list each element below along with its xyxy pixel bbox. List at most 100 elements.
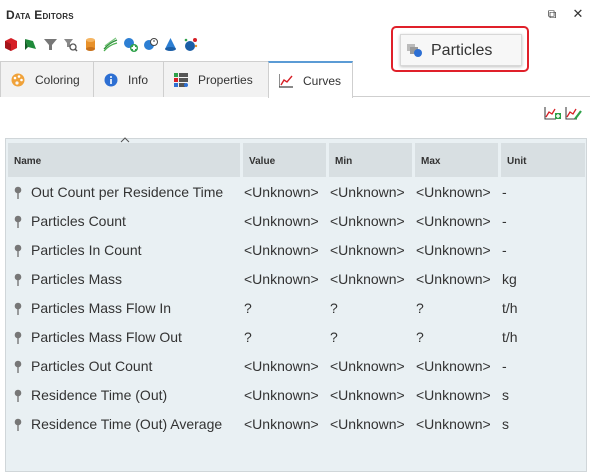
particle-timer-icon[interactable] (143, 37, 158, 52)
table-row[interactable]: Particles Count <Unknown> <Unknown> <Unknow… (6, 207, 586, 236)
row-min-cell: <Unknown> (330, 213, 405, 229)
row-unit-cell: - (502, 358, 507, 374)
funnel-icon[interactable] (43, 37, 58, 52)
row-value-cell: <Unknown> (244, 242, 319, 258)
pin-icon[interactable] (13, 186, 23, 199)
row-name-cell: Particles In Count (31, 242, 142, 258)
row-unit-cell: s (502, 387, 509, 403)
row-value-cell: <Unknown> (244, 358, 319, 374)
row-max-cell: <Unknown> (416, 416, 491, 432)
row-min-cell: ? (330, 329, 338, 345)
row-value-cell: ? (244, 300, 252, 316)
row-unit-cell: - (502, 213, 507, 229)
row-max-cell: <Unknown> (416, 387, 491, 403)
pin-icon[interactable] (13, 215, 23, 228)
row-unit-cell: s (502, 416, 509, 432)
pin-icon[interactable] (13, 418, 23, 431)
particle-emitter-icon[interactable] (183, 37, 198, 52)
info-icon (104, 73, 118, 87)
row-max-cell: <Unknown> (416, 271, 491, 287)
column-header-max[interactable]: Max (415, 143, 498, 177)
panel-title: Data Editors (6, 8, 74, 22)
row-unit-cell: - (502, 184, 507, 200)
pin-icon[interactable] (13, 302, 23, 315)
row-min-cell: <Unknown> (330, 358, 405, 374)
add-curve-icon[interactable] (544, 106, 561, 121)
pin-icon[interactable] (13, 389, 23, 402)
row-name-cell: Particles Mass Flow Out (31, 329, 182, 345)
blue-cone-icon[interactable] (163, 37, 178, 52)
tab-curves[interactable]: Curves (268, 61, 353, 98)
properties-icon (174, 72, 188, 87)
pin-icon[interactable] (13, 360, 23, 373)
curves-icon (278, 73, 293, 88)
row-name-cell: Residence Time (Out) Average (31, 416, 223, 432)
red-cube-icon[interactable] (3, 37, 18, 52)
add-particle-icon[interactable] (123, 37, 138, 52)
row-unit-cell: t/h (502, 329, 518, 345)
row-min-cell: <Unknown> (330, 242, 405, 258)
row-min-cell: ? (330, 300, 338, 316)
row-min-cell: <Unknown> (330, 271, 405, 287)
row-max-cell: <Unknown> (416, 184, 491, 200)
row-name-cell: Residence Time (Out) (31, 387, 168, 403)
tooltip-label: Particles (431, 42, 493, 59)
tab-info[interactable]: Info (93, 61, 164, 97)
column-header-min-label: Min (335, 156, 353, 167)
tab-coloring-label: Coloring (35, 72, 80, 87)
row-name-cell: Particles Mass Flow In (31, 300, 172, 316)
tab-bar: Coloring Info Properties Curves (0, 61, 590, 98)
curves-table: Name Value Min Max Unit Out Count per Re… (5, 137, 587, 472)
row-unit-cell: kg (502, 271, 517, 287)
row-unit-cell: t/h (502, 300, 518, 316)
curve-tools (544, 106, 582, 121)
green-flag-icon[interactable] (23, 37, 38, 52)
pin-icon[interactable] (13, 331, 23, 344)
row-max-cell: <Unknown> (416, 213, 491, 229)
row-value-cell: <Unknown> (244, 387, 319, 403)
row-unit-cell: - (502, 242, 507, 258)
tab-coloring[interactable]: Coloring (0, 61, 94, 97)
row-max-cell: <Unknown> (416, 358, 491, 374)
column-header-value[interactable]: Value (243, 143, 326, 177)
search-filter-icon[interactable] (63, 37, 78, 52)
table-row[interactable]: Residence Time (Out) <Unknown> <Unknown> <U… (6, 381, 586, 410)
restore-button[interactable]: ⧉ (544, 6, 560, 22)
row-value-cell: <Unknown> (244, 213, 319, 229)
table-row[interactable]: Out Count per Residence Time <Unknown> <Un… (6, 178, 586, 207)
particles-icon (407, 44, 423, 58)
row-value-cell: <Unknown> (244, 416, 319, 432)
close-button[interactable]: ✕ (570, 6, 586, 22)
orange-cylinder-icon[interactable] (83, 37, 98, 52)
row-name-cell: Particles Mass (31, 271, 123, 287)
column-header-name-label: Name (14, 156, 42, 167)
table-row[interactable]: Particles Out Count <Unknown> <Unknown> <Un… (6, 352, 586, 381)
table-row[interactable]: Residence Time (Out) Average <Unknown> <Un… (6, 410, 586, 439)
row-name-cell: Particles Out Count (31, 358, 153, 374)
column-header-value-label: Value (249, 156, 276, 167)
toolbar (3, 34, 198, 54)
row-value-cell: <Unknown> (244, 184, 319, 200)
table-row[interactable]: Particles Mass Flow Out??? t/h (6, 323, 586, 352)
row-min-cell: <Unknown> (330, 416, 405, 432)
column-header-name[interactable]: Name (8, 137, 240, 177)
row-max-cell: ? (416, 300, 424, 316)
row-min-cell: <Unknown> (330, 387, 405, 403)
sort-caret-icon (120, 137, 130, 143)
table-row[interactable]: Particles In Count <Unknown> <Unknown> <Unk… (6, 236, 586, 265)
tab-info-label: Info (128, 72, 149, 87)
palette-icon (11, 73, 25, 87)
table-row[interactable]: Particles Mass <Unknown> <Unknown> <Unknown… (6, 265, 586, 294)
pin-icon[interactable] (13, 273, 23, 286)
green-lines-icon[interactable] (103, 36, 118, 52)
row-name-cell: Out Count per Residence Time (31, 184, 224, 200)
tab-curves-label: Curves (303, 73, 342, 88)
column-header-min[interactable]: Min (329, 143, 412, 177)
tab-properties[interactable]: Properties (163, 61, 269, 97)
pin-icon[interactable] (13, 244, 23, 257)
row-min-cell: <Unknown> (330, 184, 405, 200)
column-header-unit[interactable]: Unit (501, 143, 585, 177)
table-row[interactable]: Particles Mass Flow In??? t/h (6, 294, 586, 323)
edit-curve-icon[interactable] (565, 106, 582, 121)
column-header-unit-label: Unit (507, 156, 527, 167)
